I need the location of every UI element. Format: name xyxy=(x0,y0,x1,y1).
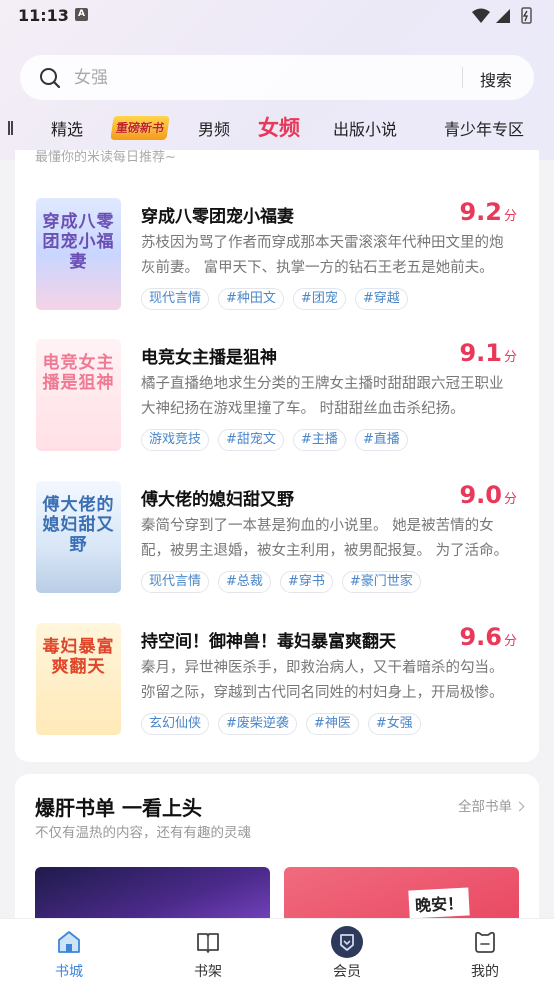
booklist-cover-text: 晚安！ xyxy=(408,887,470,919)
tab-new-books-badge[interactable]: 重磅新书 xyxy=(110,116,170,140)
book-cover: 穿成八零团宠小福妻 xyxy=(36,198,121,310)
tab-featured[interactable]: 精选 xyxy=(51,116,83,140)
book-tags: 现代言情 #总裁 #穿书 #豪门世家 xyxy=(141,571,421,593)
profile-icon xyxy=(475,931,495,953)
status-time: 11:13 xyxy=(18,6,69,25)
cover-title: 毒妇暴富爽翻天 xyxy=(42,637,115,677)
category-tabs: 精选 重磅新书 男频 女频 出版小说 青少年专区 xyxy=(0,108,554,148)
book-item[interactable]: 傅大佬的媳妇甜又野 傅大佬的媳妇甜又野 9.0 分 秦简兮穿到了一本甚是狗血的小说… xyxy=(15,481,539,611)
bottom-nav: 书城 书架 会员 我的 xyxy=(0,918,554,984)
book-title: 电竞女主播是狙神 xyxy=(141,348,277,368)
book-tag[interactable]: #团宠 xyxy=(292,288,346,310)
nav-label: 书城 xyxy=(55,964,83,980)
book-description: 秦月，异世神医杀手，即救治病人，又干着暗杀的勾当。 弥留之际，穿越到古代同名同姓… xyxy=(141,660,504,701)
all-booklists-link[interactable]: 全部书单 xyxy=(458,795,525,815)
book-description: 秦简兮穿到了一本甚是狗血的小说里。 她是被苦情的女配，被男主退婚，被女主利用，被… xyxy=(141,518,509,559)
chevron-right-icon xyxy=(514,801,525,812)
cover-title: 傅大佬的媳妇甜又野 xyxy=(42,495,115,555)
book-tag[interactable]: #女强 xyxy=(367,713,421,735)
book-title: 持空间！御神兽！毒妇暴富爽翻天 xyxy=(141,632,396,652)
status-bar: 11:13 A xyxy=(0,0,554,32)
book-tag[interactable]: 游戏竞技 xyxy=(141,429,210,451)
status-icons xyxy=(472,7,532,24)
tab-male[interactable]: 男频 xyxy=(198,116,230,140)
book-item[interactable]: 穿成八零团宠小福妻 穿成八零团宠小福妻 9.2 分 苏枝因为骂了作者而穿成那本天雷… xyxy=(15,198,539,328)
wifi-icon xyxy=(472,8,490,23)
book-cover: 毒妇暴富爽翻天 xyxy=(36,623,121,735)
recommend-subtitle: 最懂你的米读每日推荐~ xyxy=(35,150,176,165)
book-item[interactable]: 电竞女主播是狙神 电竞女主播是狙神 9.1 分 橘子直播绝地求生分类的王牌女主播时… xyxy=(15,339,539,469)
book-tag[interactable]: #豪门世家 xyxy=(341,571,421,593)
nav-vip[interactable]: 会员 xyxy=(307,919,387,984)
tab-female[interactable]: 女频 xyxy=(258,112,300,142)
cover-title: 穿成八零团宠小福妻 xyxy=(42,212,115,272)
book-tag[interactable]: #种田文 xyxy=(218,288,284,310)
search-icon xyxy=(40,68,61,89)
book-tag[interactable]: #神医 xyxy=(305,713,359,735)
search-button[interactable]: 搜索 xyxy=(480,67,512,91)
nav-bookshelf[interactable]: 书架 xyxy=(168,919,248,984)
recommend-card: 最懂你的米读每日推荐~ 穿成八零团宠小福妻 穿成八零团宠小福妻 9.2 分 苏枝因… xyxy=(15,150,539,762)
book-tags: 玄幻仙侠 #废柴逆袭 #神医 #女强 xyxy=(141,713,421,735)
book-title: 傅大佬的媳妇甜又野 xyxy=(141,490,294,510)
book-tag[interactable]: #废柴逆袭 xyxy=(218,713,297,735)
booklist-card: 爆肝书单 一看上头 不仅有温热的内容，还有有趣的灵魂 全部书单 晚安！ xyxy=(15,774,539,934)
book-tag[interactable]: 玄幻仙侠 xyxy=(141,713,210,735)
nav-label: 我的 xyxy=(471,964,499,980)
nav-label: 书架 xyxy=(194,964,222,980)
book-score: 9.0 分 xyxy=(459,481,517,509)
nav-profile[interactable]: 我的 xyxy=(445,919,525,984)
nav-label: 会员 xyxy=(333,964,361,980)
nav-bookstore[interactable]: 书城 xyxy=(29,919,109,984)
book-tags: 现代言情 #种田文 #团宠 #穿越 xyxy=(141,288,408,310)
notification-icon: A xyxy=(75,8,88,21)
book-tag[interactable]: #甜宠文 xyxy=(218,429,284,451)
tab-scroll-mark-icon xyxy=(8,121,13,135)
book-tag[interactable]: #穿越 xyxy=(354,288,408,310)
book-tag[interactable]: #穿书 xyxy=(279,571,333,593)
book-score: 9.2 分 xyxy=(459,198,517,226)
book-tag[interactable]: #主播 xyxy=(292,429,346,451)
book-tags: 游戏竞技 #甜宠文 #主播 #直播 xyxy=(141,429,408,451)
book-cover: 电竞女主播是狙神 xyxy=(36,339,121,451)
vip-icon xyxy=(331,926,363,958)
book-tag[interactable]: 现代言情 xyxy=(141,288,210,310)
search-bar: 搜索 xyxy=(20,55,534,100)
search-input[interactable] xyxy=(74,65,454,90)
book-score: 9.1 分 xyxy=(459,339,517,367)
book-tag[interactable]: #总裁 xyxy=(218,571,271,593)
search-divider xyxy=(462,67,463,88)
bookstore-icon xyxy=(58,931,80,953)
booklist-title: 爆肝书单 一看上头 xyxy=(35,796,202,820)
book-cover: 傅大佬的媳妇甜又野 xyxy=(36,481,121,593)
book-title: 穿成八零团宠小福妻 xyxy=(141,207,294,227)
tab-teen[interactable]: 青少年专区 xyxy=(444,116,524,140)
cover-title: 电竞女主播是狙神 xyxy=(42,353,115,393)
book-description: 苏枝因为骂了作者而穿成那本天雷滚滚年代种田文里的炮灰前妻。 富甲天下、执掌一方的… xyxy=(141,235,504,276)
booklist-subtitle: 不仅有温热的内容，还有有趣的灵魂 xyxy=(35,825,251,841)
signal-icon xyxy=(496,9,510,23)
book-tag[interactable]: 现代言情 xyxy=(141,571,210,593)
book-tag[interactable]: #直播 xyxy=(354,429,408,451)
book-item[interactable]: 毒妇暴富爽翻天 持空间！御神兽！毒妇暴富爽翻天 9.6 分 秦月，异世神医杀手，即… xyxy=(15,623,539,753)
book-description: 橘子直播绝地求生分类的王牌女主播时甜甜跟六冠王职业大神纪扬在游戏里撞了车。 时甜… xyxy=(141,376,504,417)
book-score: 9.6 分 xyxy=(459,623,517,651)
tab-published[interactable]: 出版小说 xyxy=(333,116,397,140)
bookshelf-icon xyxy=(197,933,219,953)
